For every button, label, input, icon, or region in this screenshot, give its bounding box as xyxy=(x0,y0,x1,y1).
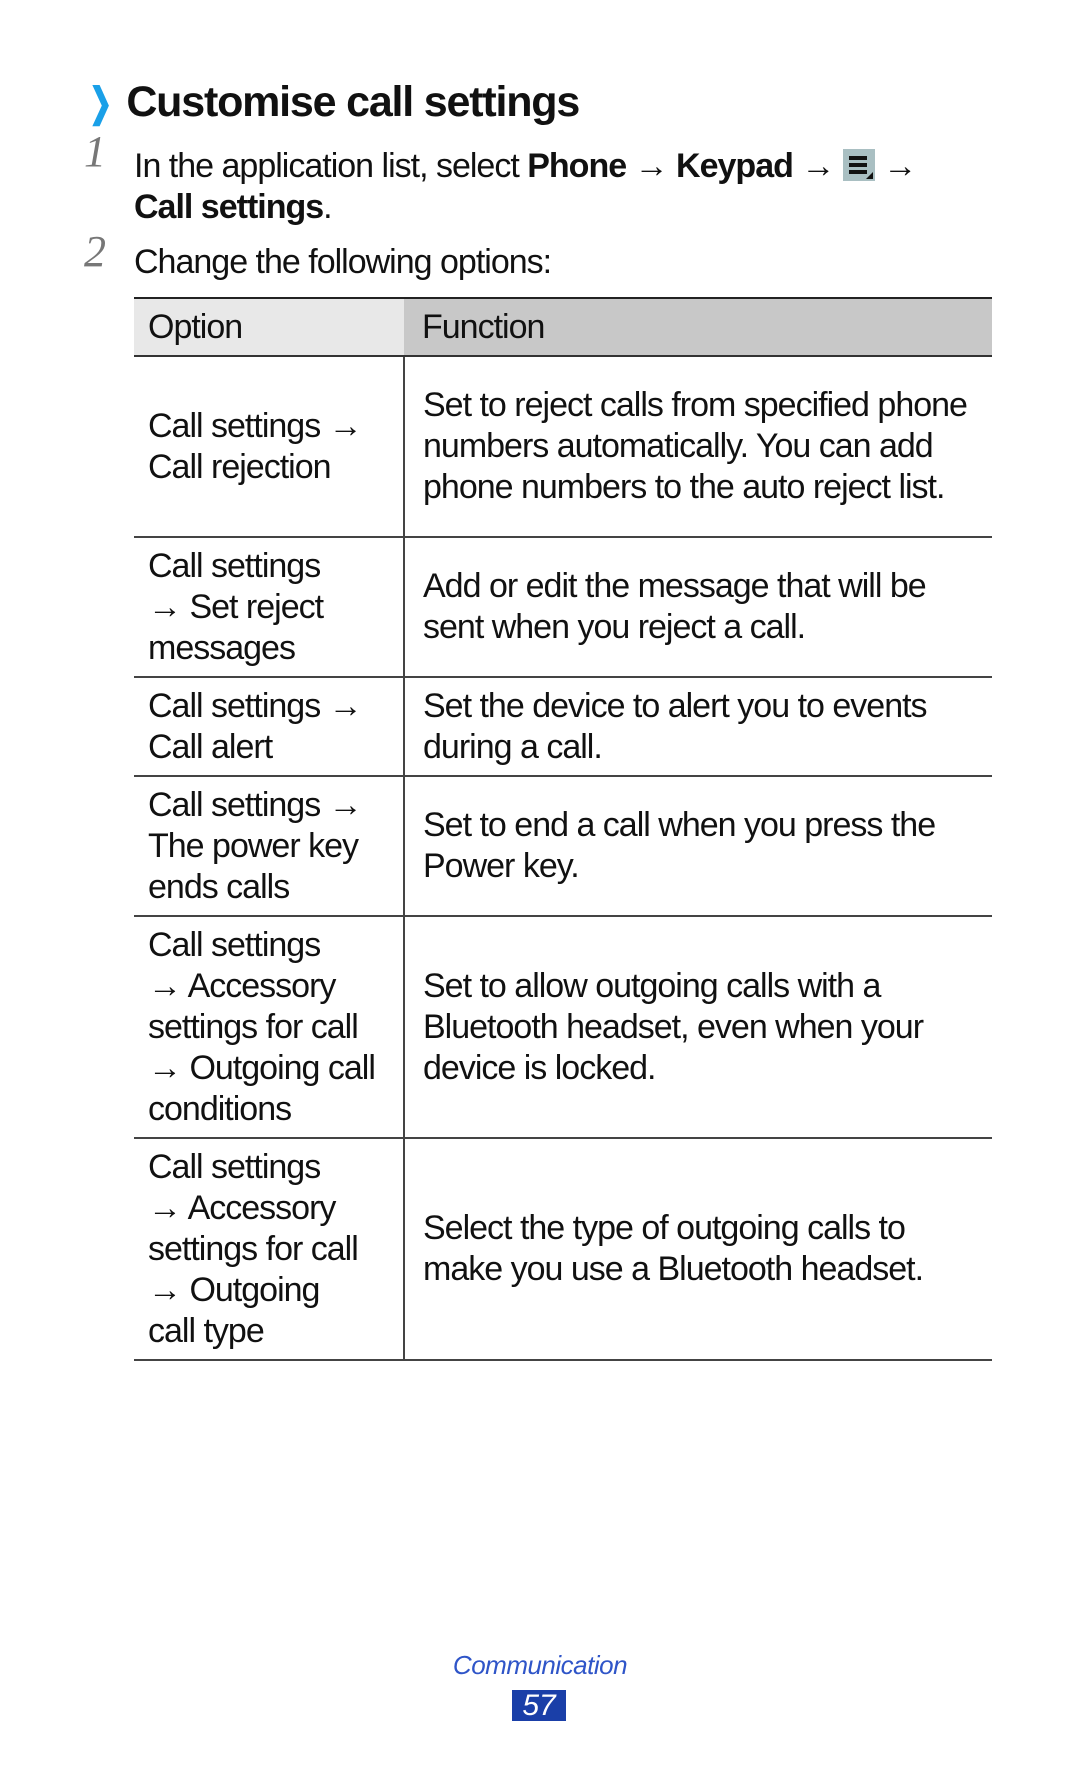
step-number: 2 xyxy=(84,227,106,276)
chevron-right-icon: ❯ xyxy=(88,80,112,125)
option-line: settings for call xyxy=(148,1229,359,1268)
option-line: Call settings → xyxy=(148,406,363,445)
option-cell: Call settings → Call rejection xyxy=(134,356,405,538)
option-line: conditions xyxy=(148,1089,292,1128)
option-line: → Set reject xyxy=(148,587,324,626)
function-cell: Set to allow outgoing calls with a Bluet… xyxy=(404,916,992,1139)
option-line: → Accessory xyxy=(148,1188,336,1227)
options-table: Option Function Call settings → Call reje… xyxy=(134,297,992,1361)
section-heading: ❯ Customise call settings xyxy=(84,78,580,127)
function-cell: Select the type of outgoing calls to mak… xyxy=(404,1138,992,1361)
step-text: In the application list, select Phone → … xyxy=(134,146,994,228)
option-line: Call settings xyxy=(148,925,321,964)
option-line: → Outgoing call xyxy=(148,1048,376,1087)
header-option: Option xyxy=(134,297,404,357)
section-title: Customise call settings xyxy=(126,78,580,126)
menu-icon xyxy=(842,149,875,181)
footer-section-label: Communication xyxy=(452,1650,628,1680)
header-function: Function xyxy=(404,297,992,357)
option-line: Call settings → xyxy=(148,686,363,725)
step-text: Change the following options: xyxy=(134,243,552,281)
option-line: settings for call xyxy=(148,1007,359,1046)
option-line: call type xyxy=(148,1311,265,1350)
step-text-prefix: In the application list, select xyxy=(134,147,528,185)
function-cell: Set to end a call when you press the Pow… xyxy=(404,776,992,917)
function-cell: Add or edit the message that will be sen… xyxy=(404,537,992,678)
option-line: ends calls xyxy=(148,867,290,906)
option-cell: Call settings → Call alert xyxy=(134,677,405,777)
option-line: Call settings xyxy=(148,546,321,585)
option-cell: Call settings → Accessory settings for cal… xyxy=(134,916,405,1139)
menu-path-call-settings: Call settings xyxy=(134,188,324,226)
step-number: 1 xyxy=(84,127,106,176)
option-cell: Call settings → Set reject messages xyxy=(134,537,405,678)
option-cell: Call settings → The power key ends calls xyxy=(134,776,405,917)
table-row: Call settings → The power key ends calls Se… xyxy=(134,776,992,917)
option-line: → Accessory xyxy=(148,966,336,1005)
table-row: Call settings → Call rejection Set to reje… xyxy=(134,356,992,538)
step-text-suffix: . xyxy=(323,188,333,226)
option-line: Call rejection xyxy=(148,447,332,486)
page-number: 57 xyxy=(512,1690,566,1721)
option-line: → Outgoing xyxy=(148,1270,320,1309)
arrow: → xyxy=(626,147,677,185)
arrow: → xyxy=(874,147,917,185)
table-row: Call settings → Set reject messages Add or … xyxy=(134,537,992,678)
option-line: Call settings → xyxy=(148,785,363,824)
menu-path-phone: Phone xyxy=(527,147,627,185)
function-cell: Set to reject calls from specified phone… xyxy=(404,356,992,538)
option-line: messages xyxy=(148,628,296,667)
function-cell: Set the device to alert you to events du… xyxy=(404,677,992,777)
option-line: The power key xyxy=(148,826,359,865)
option-line: Call settings xyxy=(148,1147,321,1186)
table-header-row: Option Function xyxy=(134,297,992,357)
table-row: Call settings → Accessory settings for cal… xyxy=(134,916,992,1139)
option-cell: Call settings → Accessory settings for cal… xyxy=(134,1138,405,1361)
option-line: Call alert xyxy=(148,727,273,766)
table-row: Call settings → Accessory settings for cal… xyxy=(134,1138,992,1361)
table-row: Call settings → Call alert Set the device … xyxy=(134,677,992,777)
menu-path-keypad: Keypad xyxy=(676,147,794,185)
arrow: → xyxy=(792,147,843,185)
